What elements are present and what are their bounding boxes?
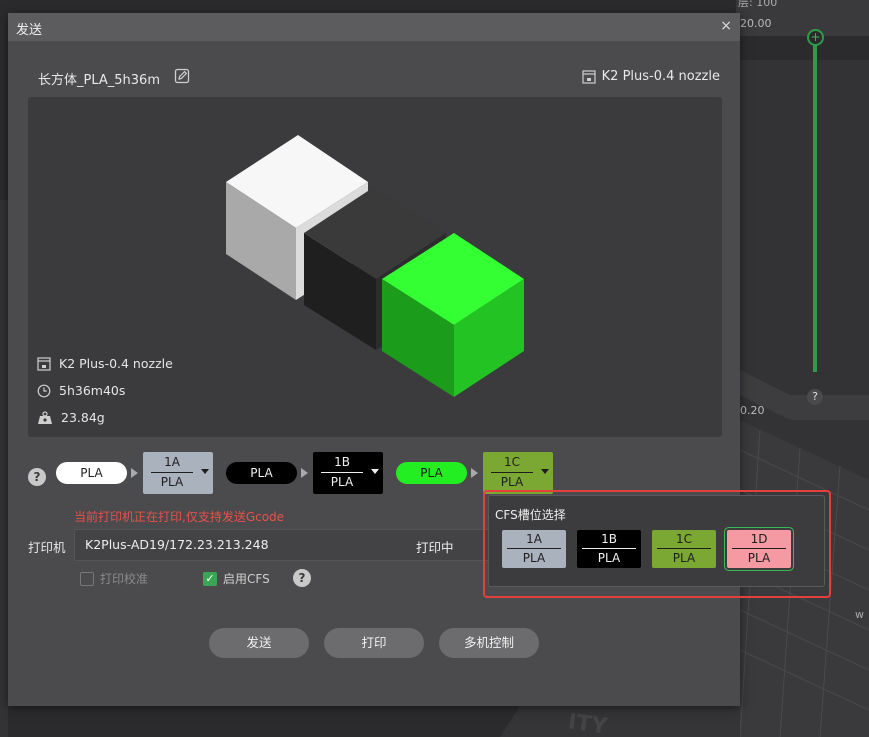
printer-icon [582,69,596,84]
cfs-slot-type: PLA [522,551,546,565]
cfs-slot-1a[interactable]: 1A PLA [502,530,566,568]
cfs-slot-id: 1D [750,532,768,546]
preview-printer-row: K2 Plus-0.4 nozzle [37,356,173,371]
preview-time-row: 5h36m40s [37,383,125,398]
slot-id: 1A [164,455,180,469]
chevron-down-icon [201,469,209,474]
preview-print-time: 5h36m40s [59,383,126,398]
printer-label: 打印机 [28,540,66,555]
edit-icon[interactable] [174,68,190,84]
slot-select-2[interactable]: 1B PLA [313,452,383,494]
chevron-down-icon [371,469,379,474]
printer-select[interactable]: K2Plus-AD19/172.23.213.248 打印中 [74,529,496,561]
slot-select-1[interactable]: 1A PLA [143,452,213,494]
weight-icon [38,410,52,424]
preview-weight: 23.84g [61,410,105,425]
cfs-slot-id: 1B [601,532,617,546]
cfs-slot-type: PLA [747,551,771,565]
send-dialog: 发送 × 长方体_PLA_5h36m K2 Plus-0.4 nozzle K2… [8,13,740,706]
cfs-checkbox[interactable]: ✓ [203,571,217,586]
slot-id: 1C [503,455,520,469]
cfs-option[interactable]: ✓ 启用CFS [203,570,270,587]
slot-type: PLA [500,475,524,489]
filament-pill-1: PLA [56,462,127,484]
calibrate-label: 打印校准 [100,572,149,586]
cfs-slot-id: 1A [526,532,542,546]
layer-label: 层: 100 [738,0,778,9]
calibrate-option[interactable]: 打印校准 [80,570,148,587]
file-name: 长方体_PLA_5h36m [38,73,160,88]
cfs-slot-type: PLA [597,551,621,565]
model-preview: K2 Plus-0.4 nozzle 5h36m40s 23.84g [28,97,722,437]
slot-select-3[interactable]: 1C PLA [483,452,553,494]
dialog-title: 发送 [16,23,43,38]
arrow-icon [471,468,478,478]
cfs-slot-popup: CFS槽位选择 1A PLA 1B PLA 1C PLA 1D PLA [488,495,825,587]
printer-status: 打印中 [416,540,454,555]
clock-icon [37,384,51,397]
bed-logo-text: ITY [566,709,609,737]
printer-model-top: K2 Plus-0.4 nozzle [582,69,720,84]
multi-control-button[interactable]: 多机控制 [439,628,539,658]
send-button[interactable]: 发送 [209,628,309,658]
chevron-down-icon [541,469,549,474]
layer-bottom-value: 0.20 [740,404,765,417]
cfs-slot-id: 1C [675,532,692,546]
cfs-slot-1c[interactable]: 1C PLA [652,530,716,568]
cfs-help-icon[interactable]: ? [293,569,311,587]
arrow-icon [301,468,308,478]
layer-slider-track[interactable] [813,44,817,372]
cfs-slot-1d[interactable]: 1D PLA [727,530,791,568]
printer-name: K2Plus-AD19/172.23.213.248 [85,537,269,552]
mapping-help-icon[interactable]: ? [28,468,46,486]
bed-text-right: w [855,608,864,621]
dialog-titlebar: 发送 × [8,13,740,41]
preview-printer-model: K2 Plus-0.4 nozzle [59,356,173,371]
calibrate-checkbox[interactable] [80,571,94,586]
printer-busy-warning: 当前打印机正在打印,仅支持发送Gcode [74,510,285,524]
print-button[interactable]: 打印 [324,628,424,658]
layer-help-icon[interactable]: ? [807,389,823,405]
slot-type: PLA [160,475,184,489]
cfs-slot-type: PLA [672,551,696,565]
cfs-slot-1b[interactable]: 1B PLA [577,530,641,568]
printer-icon [37,356,51,371]
close-button[interactable]: × [720,18,732,34]
arrow-icon [131,468,138,478]
layer-top-value: 20.00 [740,17,772,30]
layer-slider-handle[interactable]: + [807,29,824,46]
cube-model-render [226,135,524,397]
slot-id: 1B [334,455,350,469]
cfs-label: 启用CFS [223,572,270,586]
printer-model-top-label: K2 Plus-0.4 nozzle [601,69,720,84]
filament-pill-2: PLA [226,462,297,484]
cfs-popup-title: CFS槽位选择 [495,508,566,522]
preview-weight-row: 23.84g [37,410,105,425]
slot-type: PLA [330,475,354,489]
filament-pill-3: PLA [396,462,467,484]
